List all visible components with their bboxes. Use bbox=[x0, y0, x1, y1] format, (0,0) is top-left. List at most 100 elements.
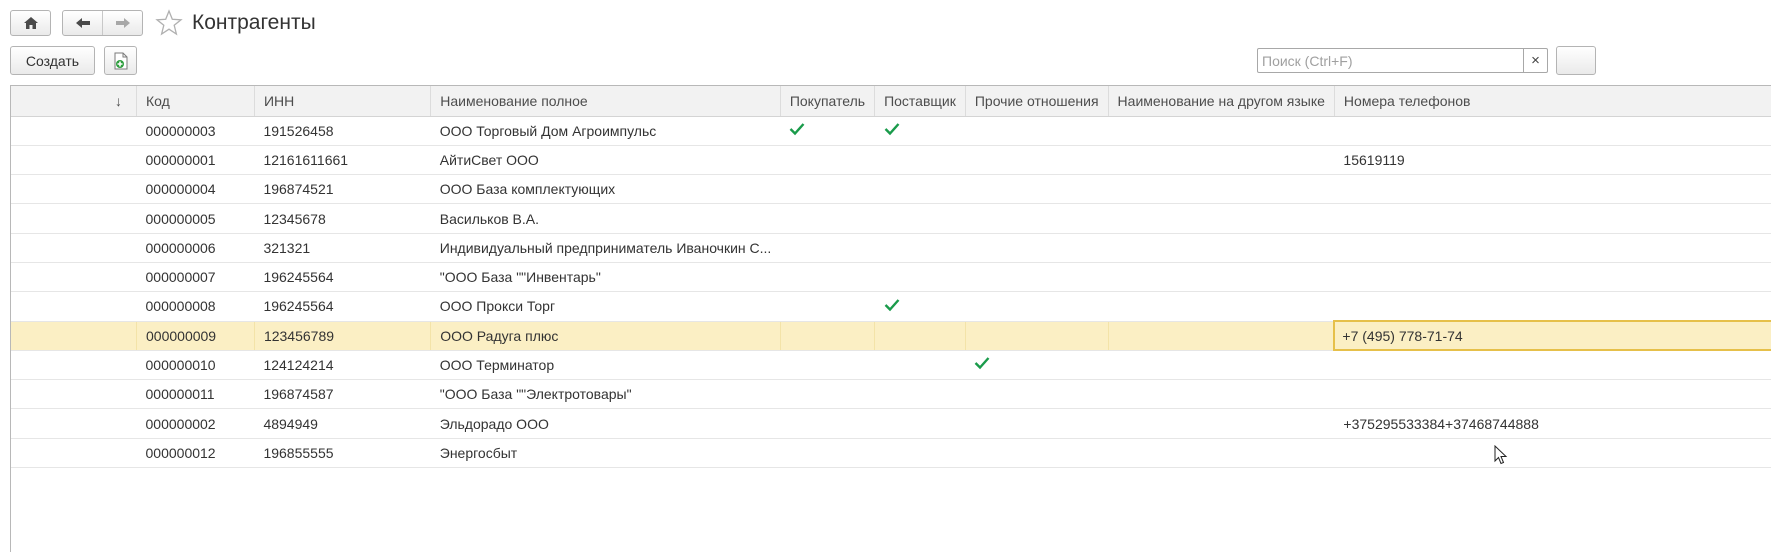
alt-name-cell bbox=[1108, 321, 1335, 351]
alt-name-cell bbox=[1108, 350, 1335, 381]
create-button[interactable]: Создать bbox=[10, 46, 95, 75]
search-box: × bbox=[1257, 48, 1548, 73]
phones-cell-active[interactable]: +7 (495) 778-71-74 bbox=[1333, 320, 1771, 352]
alt-name-cell bbox=[1108, 438, 1335, 469]
supplier-cell bbox=[874, 408, 966, 439]
sort-column-header[interactable]: ↓ bbox=[11, 86, 138, 117]
navigation-buttons bbox=[62, 10, 143, 36]
alt-name-cell bbox=[1108, 145, 1335, 176]
table-row[interactable]: 000000004 196874521 ООО База комплектующ… bbox=[11, 174, 1771, 205]
page-title: Контрагенты bbox=[192, 11, 316, 34]
more-actions-button[interactable] bbox=[1556, 46, 1596, 75]
arrow-left-icon bbox=[75, 18, 90, 28]
table-row[interactable]: 000000001 12161611661 АйтиСвет ООО 15619… bbox=[11, 145, 1771, 176]
table-row[interactable]: 000000010 124124214 ООО Терминатор bbox=[11, 350, 1771, 381]
alt-name-cell bbox=[1108, 233, 1335, 263]
code-cell: 000000003 bbox=[136, 116, 255, 146]
table-row-selected[interactable]: 000000009 123456789 ООО Радуга плюс +7 (… bbox=[11, 320, 1771, 352]
buyer-cell bbox=[780, 262, 875, 293]
phones-cell bbox=[1334, 203, 1771, 234]
supplier-cell bbox=[874, 379, 966, 410]
back-button[interactable] bbox=[63, 11, 102, 35]
other-relations-cell bbox=[965, 203, 1109, 234]
other-relations-cell bbox=[965, 116, 1109, 146]
supplier-cell bbox=[874, 262, 966, 293]
table-header-row: ↓ Код ИНН Наименование полное Покупатель… bbox=[11, 86, 1771, 117]
alt-name-cell bbox=[1108, 116, 1335, 146]
phones-cell bbox=[1334, 379, 1771, 410]
column-header-supplier[interactable]: Поставщик bbox=[874, 86, 966, 117]
column-header-phones[interactable]: Номера телефонов bbox=[1334, 86, 1771, 117]
other-relations-cell bbox=[965, 262, 1109, 293]
row-marker-cell bbox=[11, 262, 137, 293]
sort-down-icon: ↓ bbox=[115, 92, 123, 109]
other-relations-cell bbox=[965, 438, 1109, 469]
search-clear-button[interactable]: × bbox=[1523, 49, 1547, 72]
add-document-button[interactable] bbox=[104, 46, 137, 75]
home-button[interactable] bbox=[10, 10, 51, 36]
search-input[interactable] bbox=[1258, 49, 1523, 72]
row-marker-cell bbox=[11, 379, 137, 410]
column-header-inn[interactable]: ИНН bbox=[254, 86, 432, 117]
table-row[interactable]: 000000002 4894949 Эльдорадо ООО +3752955… bbox=[11, 408, 1771, 439]
other-relations-cell bbox=[965, 379, 1109, 410]
inn-cell: 196874521 bbox=[254, 174, 431, 205]
buyer-cell bbox=[780, 321, 876, 351]
row-marker-cell bbox=[11, 291, 137, 322]
code-cell: 000000011 bbox=[136, 379, 255, 410]
code-cell: 000000005 bbox=[136, 203, 255, 234]
other-relations-cell bbox=[965, 350, 1109, 381]
row-marker-cell bbox=[11, 145, 137, 176]
phones-cell bbox=[1334, 233, 1771, 263]
arrow-right-icon bbox=[115, 18, 130, 28]
row-marker-cell bbox=[11, 116, 137, 146]
phones-cell bbox=[1334, 262, 1771, 293]
name-cell: "ООО База ""Инвентарь" bbox=[430, 262, 781, 293]
table-row[interactable]: 000000008 196245564 ООО Прокси Торг bbox=[11, 291, 1771, 322]
inn-cell: 12161611661 bbox=[254, 145, 431, 176]
code-cell: 000000004 bbox=[136, 174, 255, 205]
table-row[interactable]: 000000003 191526458 ООО Торговый Дом Агр… bbox=[11, 116, 1771, 146]
supplier-cell bbox=[874, 350, 966, 381]
name-cell: "ООО База ""Электротовары" bbox=[430, 379, 781, 410]
phones-cell bbox=[1334, 116, 1771, 146]
column-header-buyer[interactable]: Покупатель bbox=[780, 86, 876, 117]
name-cell: Эльдорадо ООО bbox=[430, 408, 781, 439]
checkmark-icon bbox=[975, 357, 990, 370]
other-relations-cell bbox=[965, 408, 1109, 439]
other-relations-cell bbox=[965, 174, 1109, 205]
alt-name-cell bbox=[1108, 379, 1335, 410]
alt-name-cell bbox=[1108, 262, 1335, 293]
supplier-cell bbox=[874, 291, 966, 322]
star-outline-icon[interactable] bbox=[155, 9, 183, 37]
supplier-cell bbox=[874, 145, 966, 176]
row-marker-cell bbox=[11, 321, 138, 351]
table-row[interactable]: 000000011 196874587 "ООО База ""Электрот… bbox=[11, 379, 1771, 410]
code-cell: 000000002 bbox=[136, 408, 255, 439]
buyer-cell bbox=[780, 350, 875, 381]
phones-cell bbox=[1334, 438, 1771, 469]
buyer-cell bbox=[780, 438, 875, 469]
inn-cell: 196874587 bbox=[254, 379, 431, 410]
inn-cell: 196855555 bbox=[254, 438, 431, 469]
row-marker-cell bbox=[11, 203, 137, 234]
counterparties-table: ↓ Код ИНН Наименование полное Покупатель… bbox=[10, 85, 1771, 552]
row-marker-cell bbox=[11, 174, 137, 205]
table-row[interactable]: 000000007 196245564 "ООО База ""Инвентар… bbox=[11, 262, 1771, 293]
supplier-cell bbox=[874, 116, 966, 146]
data-table: ↓ Код ИНН Наименование полное Покупатель… bbox=[11, 86, 1771, 469]
column-header-other-relations[interactable]: Прочие отношения bbox=[965, 86, 1109, 117]
checkmark-icon bbox=[884, 298, 899, 311]
other-relations-cell bbox=[965, 233, 1109, 263]
row-marker-cell bbox=[11, 233, 137, 263]
app-window: Контрагенты Создать × bbox=[0, 0, 1771, 552]
column-header-code[interactable]: Код bbox=[136, 86, 255, 117]
column-header-full-name[interactable]: Наименование полное bbox=[430, 86, 781, 117]
forward-button[interactable] bbox=[102, 11, 142, 35]
column-header-alt-language-name[interactable]: Наименование на другом языке bbox=[1108, 86, 1335, 117]
name-cell: Энергосбыт bbox=[430, 438, 781, 469]
alt-name-cell bbox=[1108, 203, 1335, 234]
table-row[interactable]: 000000005 12345678 Васильков В.А. bbox=[11, 203, 1771, 234]
table-row[interactable]: 000000006 321321 Индивидуальный предприн… bbox=[11, 233, 1771, 263]
row-marker-cell bbox=[11, 350, 137, 381]
